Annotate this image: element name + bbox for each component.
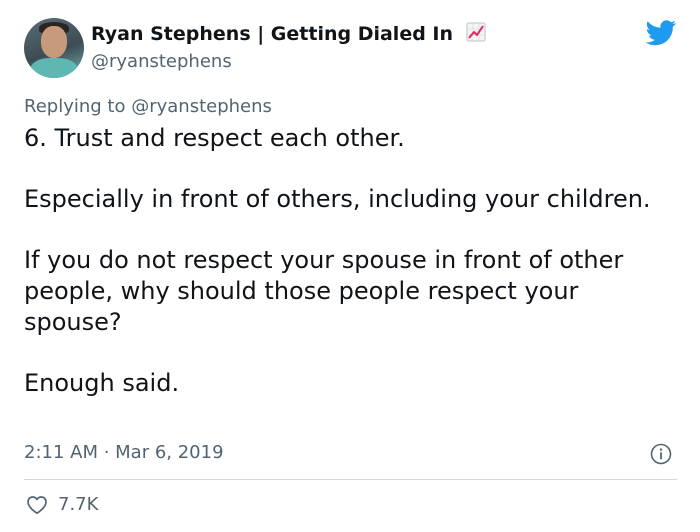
replying-prefix: Replying to xyxy=(24,96,132,117)
chart-increasing-icon xyxy=(466,22,486,42)
like-button[interactable]: 7.7K xyxy=(26,494,98,515)
tweet-text: 6. Trust and respect each other. Especia… xyxy=(24,123,674,399)
divider xyxy=(24,479,677,480)
avatar-face xyxy=(41,26,67,58)
tweet-paragraph: Enough said. xyxy=(24,369,180,397)
tweet-paragraph: Especially in front of others, including… xyxy=(24,185,651,213)
avatar[interactable] xyxy=(24,18,84,78)
info-icon[interactable] xyxy=(650,443,672,465)
author-display-name[interactable]: Ryan Stephens | Getting Dialed In xyxy=(91,22,486,45)
heart-icon xyxy=(27,495,47,514)
avatar-shirt xyxy=(30,58,78,78)
replying-to: Replying to @ryanstephens xyxy=(24,96,272,117)
twitter-bird-icon[interactable] xyxy=(645,20,677,46)
author-name-text: Ryan Stephens | Getting Dialed In xyxy=(91,23,454,45)
tweet-paragraph: 6. Trust and respect each other. xyxy=(24,124,405,152)
tweet-timestamp[interactable]: 2:11 AM · Mar 6, 2019 xyxy=(24,442,224,463)
replying-mention-link[interactable]: @ryanstephens xyxy=(131,96,272,117)
tweet-paragraph: If you do not respect your spouse in fro… xyxy=(24,246,624,336)
author-handle[interactable]: @ryanstephens xyxy=(91,51,232,72)
like-count: 7.7K xyxy=(58,494,99,515)
